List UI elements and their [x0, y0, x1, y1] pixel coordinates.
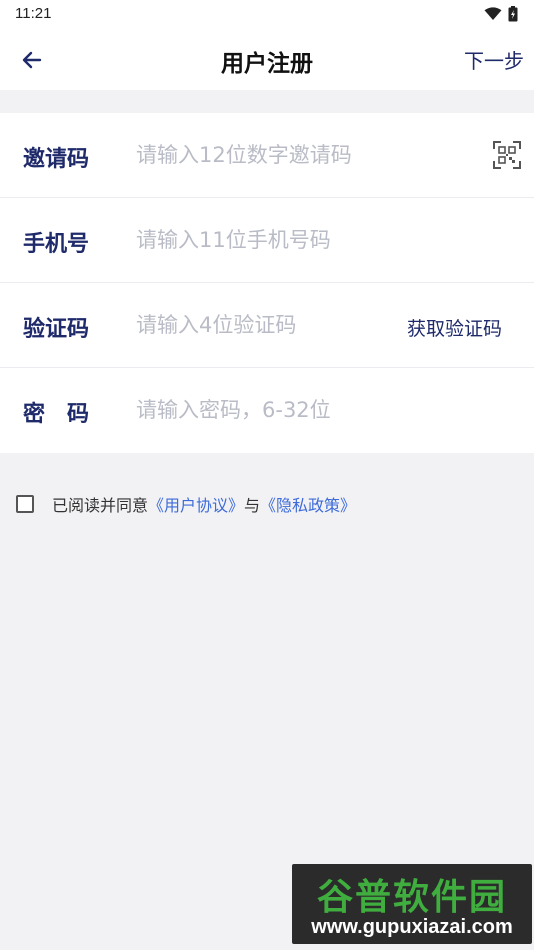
- watermark-logo: 谷普软件园 www.gupuxiazai.com: [292, 864, 532, 944]
- status-time: 11:21: [15, 5, 52, 22]
- password-label: 密 码: [23, 402, 90, 427]
- user-agreement-link[interactable]: 《用户协议》: [148, 492, 244, 516]
- nav-bar: 用户注册 下一步: [0, 28, 534, 90]
- agreement-row: 已阅读并同意 《用户协议》 与 《隐私政策》: [16, 492, 356, 516]
- password-input[interactable]: [136, 390, 386, 430]
- registration-form: 邀请码 手机号 验证码 获取验证码 密 码: [0, 113, 534, 453]
- agreement-checkbox[interactable]: [16, 495, 34, 513]
- invite-code-row: 邀请码: [0, 113, 534, 198]
- password-row: 密 码: [0, 368, 534, 453]
- next-step-button[interactable]: 下一步: [464, 45, 524, 74]
- watermark-title: 谷普软件园: [316, 877, 507, 918]
- status-bar: 11:21: [0, 0, 534, 28]
- phone-input[interactable]: [136, 220, 386, 260]
- invite-code-input[interactable]: [136, 135, 386, 175]
- battery-icon: [508, 6, 518, 22]
- agreement-connector: 与: [244, 496, 261, 515]
- invite-code-label: 邀请码: [23, 147, 90, 172]
- qr-scan-icon[interactable]: [493, 141, 521, 169]
- wifi-icon: [484, 7, 502, 20]
- verification-code-input[interactable]: [136, 305, 366, 345]
- get-code-button[interactable]: 获取验证码: [407, 314, 502, 341]
- phone-label: 手机号: [23, 232, 90, 257]
- status-icons: [484, 6, 518, 22]
- page-title: 用户注册: [221, 51, 313, 77]
- phone-row: 手机号: [0, 198, 534, 283]
- agreement-prefix: 已阅读并同意: [52, 496, 149, 515]
- verification-code-label: 验证码: [23, 317, 90, 342]
- verification-code-row: 验证码 获取验证码: [0, 283, 534, 368]
- watermark-url: www.gupuxiazai.com: [311, 916, 513, 938]
- privacy-policy-link[interactable]: 《隐私政策》: [260, 492, 356, 516]
